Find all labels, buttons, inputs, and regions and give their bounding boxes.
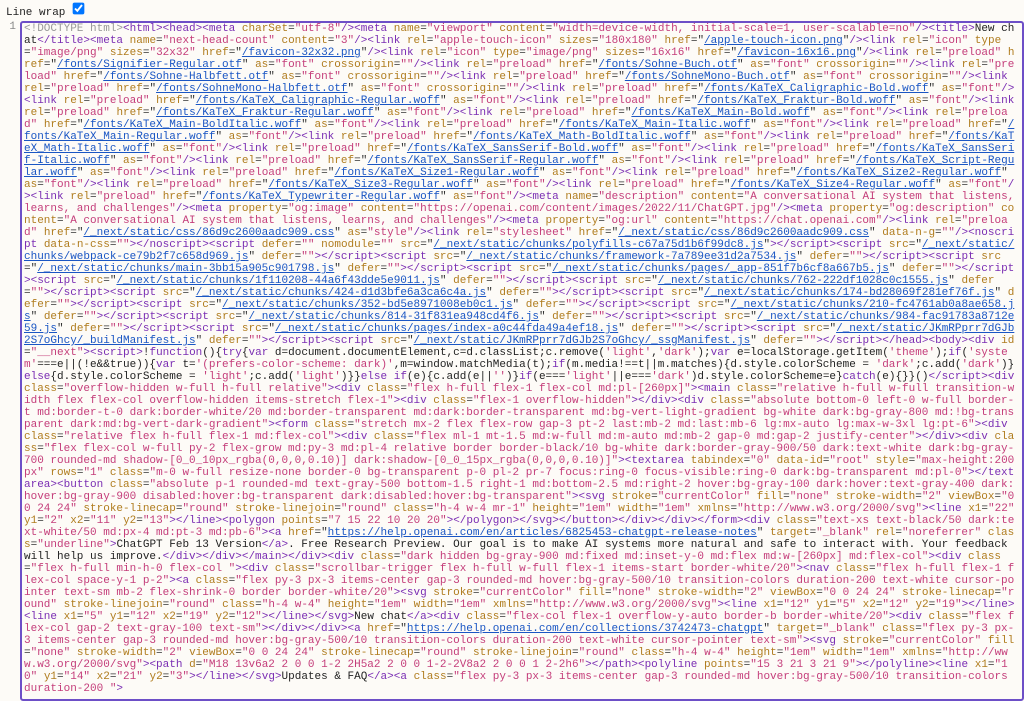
line-wrap-checkbox[interactable] xyxy=(73,3,85,15)
toolbar: Line wrap xyxy=(0,0,1024,21)
line-gutter: 1 xyxy=(0,21,20,701)
source-viewer: 1 <!DOCTYPE html><html><head><meta charS… xyxy=(0,21,1024,701)
line-wrap-label: Line wrap xyxy=(6,7,65,19)
source-code[interactable]: <!DOCTYPE html><html><head><meta charSet… xyxy=(20,21,1024,701)
line-number: 1 xyxy=(9,21,16,33)
line-wrap-toggle[interactable]: Line wrap xyxy=(6,2,87,19)
